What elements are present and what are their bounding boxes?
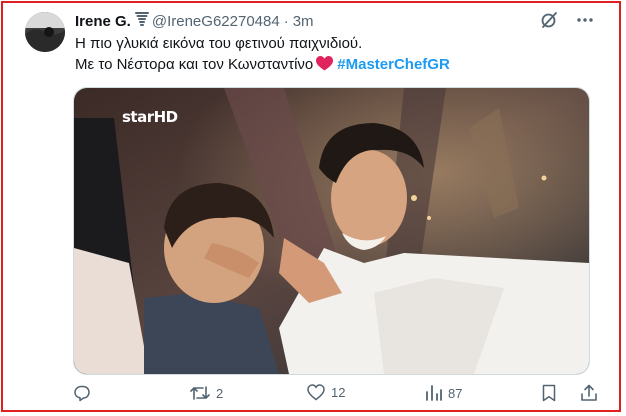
- reply-button[interactable]: [73, 384, 97, 402]
- like-icon: [307, 384, 325, 401]
- heart-icon: [316, 56, 334, 77]
- more-icon[interactable]: [576, 11, 594, 29]
- display-name[interactable]: Irene G.: [75, 13, 131, 30]
- tweet-actions: 2 12 87: [70, 384, 610, 412]
- like-button[interactable]: 12: [307, 384, 345, 401]
- separator-dot: ·: [283, 12, 289, 30]
- tweet-text-line-2: Με το Νέστορα και τον Κωνσταντίνο #Master…: [75, 54, 450, 77]
- like-count: 12: [331, 385, 346, 400]
- channel-logo: starHD: [122, 108, 178, 126]
- retweet-button[interactable]: 2: [190, 384, 223, 402]
- tweet-text: Η πιο γλυκιά εικόνα του φετινού παιχνιδι…: [75, 33, 450, 77]
- retweet-icon: [190, 384, 210, 402]
- hashtag-link[interactable]: #MasterChefGR: [337, 56, 450, 73]
- tweet-text-line-2-content: Με το Νέστορα και τον Κωνσταντίνο: [75, 56, 314, 73]
- avatar[interactable]: [25, 12, 65, 52]
- views-icon: [424, 384, 442, 402]
- share-button[interactable]: [580, 384, 598, 402]
- header-actions: [540, 11, 594, 29]
- timestamp[interactable]: 3m: [293, 13, 314, 30]
- tornado-icon: [134, 11, 149, 31]
- tweet-text-line-1: Η πιο γλυκιά εικόνα του φετινού παιχνιδι…: [75, 35, 363, 52]
- share-icon: [580, 384, 598, 402]
- tweet-image[interactable]: starHD: [73, 87, 590, 375]
- views-button[interactable]: 87: [424, 384, 462, 402]
- reply-icon: [73, 384, 91, 402]
- user-handle[interactable]: @IreneG62270484: [152, 13, 280, 30]
- bookmark-button[interactable]: [541, 384, 557, 402]
- bookmark-icon: [541, 384, 557, 402]
- retweet-count: 2: [216, 385, 224, 401]
- views-count: 87: [448, 385, 463, 401]
- grok-icon[interactable]: [540, 11, 558, 29]
- tweet-header: Irene G. @IreneG62270484 · 3m: [75, 11, 314, 31]
